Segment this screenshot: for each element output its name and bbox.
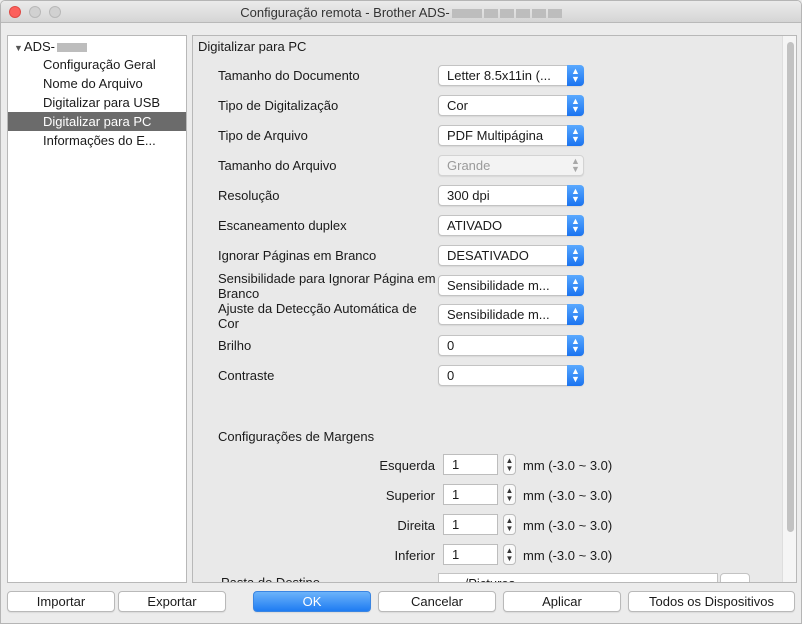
cancel-button[interactable]: Cancelar xyxy=(378,591,496,612)
scan-to-pc-settings-pane: Digitalizar para PC Tamanho do Documento… xyxy=(192,35,797,583)
margin-left-unit: mm (-3.0 ~ 3.0) xyxy=(523,458,613,473)
section-title: Digitalizar para PC xyxy=(198,39,307,54)
tree-item-scan-to-usb[interactable]: Digitalizar para USB xyxy=(8,93,186,112)
destination-folder-label: Pasta de Destino xyxy=(221,575,321,583)
export-button[interactable]: Exportar xyxy=(118,591,226,612)
file-type-value: PDF Multipágina xyxy=(447,128,544,143)
file-type-label: Tipo de Arquivo xyxy=(218,128,308,143)
scan-type-value: Cor xyxy=(447,98,468,113)
redacted-block xyxy=(515,9,530,19)
skip-blank-page-label: Ignorar Páginas em Branco xyxy=(218,248,377,263)
updown-arrows-icon: ▲ ▼ xyxy=(567,335,584,356)
redacted-block xyxy=(531,9,546,19)
brightness-label: Brilho xyxy=(218,338,252,353)
margin-bottom-unit: mm (-3.0 ~ 3.0) xyxy=(523,548,613,563)
contrast-select[interactable]: 0 ▲ ▼ xyxy=(438,365,584,386)
browse-folder-button[interactable]: ... xyxy=(720,573,750,582)
ok-button[interactable]: OK xyxy=(253,591,371,612)
auto-color-detect-label: Ajuste da Detecção Automática de Cor xyxy=(218,301,417,331)
margin-left-label: Esquerda xyxy=(379,458,435,473)
margin-top-input[interactable]: 1 xyxy=(443,484,498,505)
contrast-value: 0 xyxy=(447,368,455,383)
import-button[interactable]: Importar xyxy=(7,591,115,612)
margin-top-label: Superior xyxy=(385,488,435,503)
margin-bottom-stepper[interactable]: ▲ ▼ xyxy=(503,544,516,565)
updown-arrows-icon: ▲ ▼ xyxy=(567,365,584,386)
margin-bottom-input[interactable]: 1 xyxy=(443,544,498,565)
resolution-value: 300 dpi xyxy=(447,188,490,203)
updown-arrows-icon: ▲ ▼ xyxy=(567,275,584,296)
updown-arrows-icon: ▲ ▼ xyxy=(567,65,584,86)
tree-root-device[interactable]: ▼ADS- xyxy=(14,39,87,54)
skip-blank-page-select[interactable]: DESATIVADO ▲ ▼ xyxy=(438,245,584,266)
auto-color-detect-value: Sensibilidade m... xyxy=(447,307,550,322)
margins-section-title: Configurações de Margens xyxy=(218,429,375,444)
margin-top-stepper[interactable]: ▲ ▼ xyxy=(503,484,516,505)
scrollbar-thumb[interactable] xyxy=(787,42,794,532)
resolution-label: Resolução xyxy=(218,188,280,203)
updown-arrows-icon: ▲ ▼ xyxy=(571,156,580,174)
margin-right-stepper[interactable]: ▲ ▼ xyxy=(503,514,516,535)
tree-item-scan-to-pc[interactable]: Digitalizar para PC xyxy=(8,112,186,131)
duplex-scan-select[interactable]: ATIVADO ▲ ▼ xyxy=(438,215,584,236)
document-size-label: Tamanho do Documento xyxy=(218,68,360,83)
blank-page-sensitivity-label: Sensibilidade para Ignorar Página em Bra… xyxy=(218,271,436,301)
margin-left-input[interactable]: 1 xyxy=(443,454,498,475)
file-size-value: Grande xyxy=(447,158,491,173)
apply-button[interactable]: Aplicar xyxy=(503,591,621,612)
updown-arrows-icon: ▲ ▼ xyxy=(567,304,584,325)
document-size-select[interactable]: Letter 8.5x11in (... ▲ ▼ xyxy=(438,65,584,86)
redacted-block xyxy=(483,9,498,19)
tree-item-file-name[interactable]: Nome do Arquivo xyxy=(8,74,186,93)
margin-left-stepper[interactable]: ▲ ▼ xyxy=(503,454,516,475)
vertical-scrollbar[interactable] xyxy=(782,36,796,582)
auto-color-detect-select[interactable]: Sensibilidade m... ▲ ▼ xyxy=(438,304,584,325)
updown-arrows-icon: ▲ ▼ xyxy=(567,185,584,206)
duplex-scan-value: ATIVADO xyxy=(447,218,503,233)
margin-right-label: Direita xyxy=(397,518,435,533)
skip-blank-page-value: DESATIVADO xyxy=(447,248,529,263)
file-size-label: Tamanho do Arquivo xyxy=(218,158,337,173)
file-size-select[interactable]: Grande ▲ ▼ xyxy=(438,155,584,176)
brightness-select[interactable]: 0 ▲ ▼ xyxy=(438,335,584,356)
resolution-select[interactable]: 300 dpi ▲ ▼ xyxy=(438,185,584,206)
document-size-value: Letter 8.5x11in (... xyxy=(447,68,551,83)
redacted-block xyxy=(547,9,562,19)
updown-arrows-icon: ▲ ▼ xyxy=(567,245,584,266)
disclosure-triangle-icon[interactable]: ▼ xyxy=(14,43,23,53)
tree-item-general-config[interactable]: Configuração Geral xyxy=(8,55,186,74)
redacted-block xyxy=(499,9,514,19)
redacted-model-name xyxy=(56,43,87,53)
settings-tree: ▼ADS- Configuração Geral Nome do Arquivo… xyxy=(7,35,187,583)
remote-setup-window: Configuração remota - Brother ADS- ▼ADS-… xyxy=(0,0,802,624)
redacted-model-name xyxy=(451,9,482,19)
blank-page-sensitivity-value: Sensibilidade m... xyxy=(447,278,550,293)
updown-arrows-icon: ▲ ▼ xyxy=(567,95,584,116)
window-title: Configuração remota - Brother ADS- xyxy=(1,5,801,20)
updown-arrows-icon: ▲ ▼ xyxy=(567,125,584,146)
scan-type-label: Tipo de Digitalização xyxy=(218,98,339,113)
destination-folder-input[interactable]: ~/Pictures xyxy=(438,573,718,582)
all-devices-button[interactable]: Todos os Dispositivos xyxy=(628,591,795,612)
margin-bottom-label: Inferior xyxy=(394,548,435,563)
scan-type-select[interactable]: Cor ▲ ▼ xyxy=(438,95,584,116)
updown-arrows-icon: ▲ ▼ xyxy=(567,215,584,236)
title-bar: Configuração remota - Brother ADS- xyxy=(1,1,801,23)
duplex-scan-label: Escaneamento duplex xyxy=(218,218,347,233)
margin-right-input[interactable]: 1 xyxy=(443,514,498,535)
margin-right-unit: mm (-3.0 ~ 3.0) xyxy=(523,518,613,533)
tree-item-info[interactable]: Informações do E... xyxy=(8,131,186,150)
brightness-value: 0 xyxy=(447,338,455,353)
tree-root-label: ADS- xyxy=(23,39,55,54)
blank-page-sensitivity-select[interactable]: Sensibilidade m... ▲ ▼ xyxy=(438,275,584,296)
file-type-select[interactable]: PDF Multipágina ▲ ▼ xyxy=(438,125,584,146)
window-title-text: Configuração remota - Brother ADS- xyxy=(240,5,450,20)
margin-top-unit: mm (-3.0 ~ 3.0) xyxy=(523,488,613,503)
contrast-label: Contraste xyxy=(218,368,275,383)
